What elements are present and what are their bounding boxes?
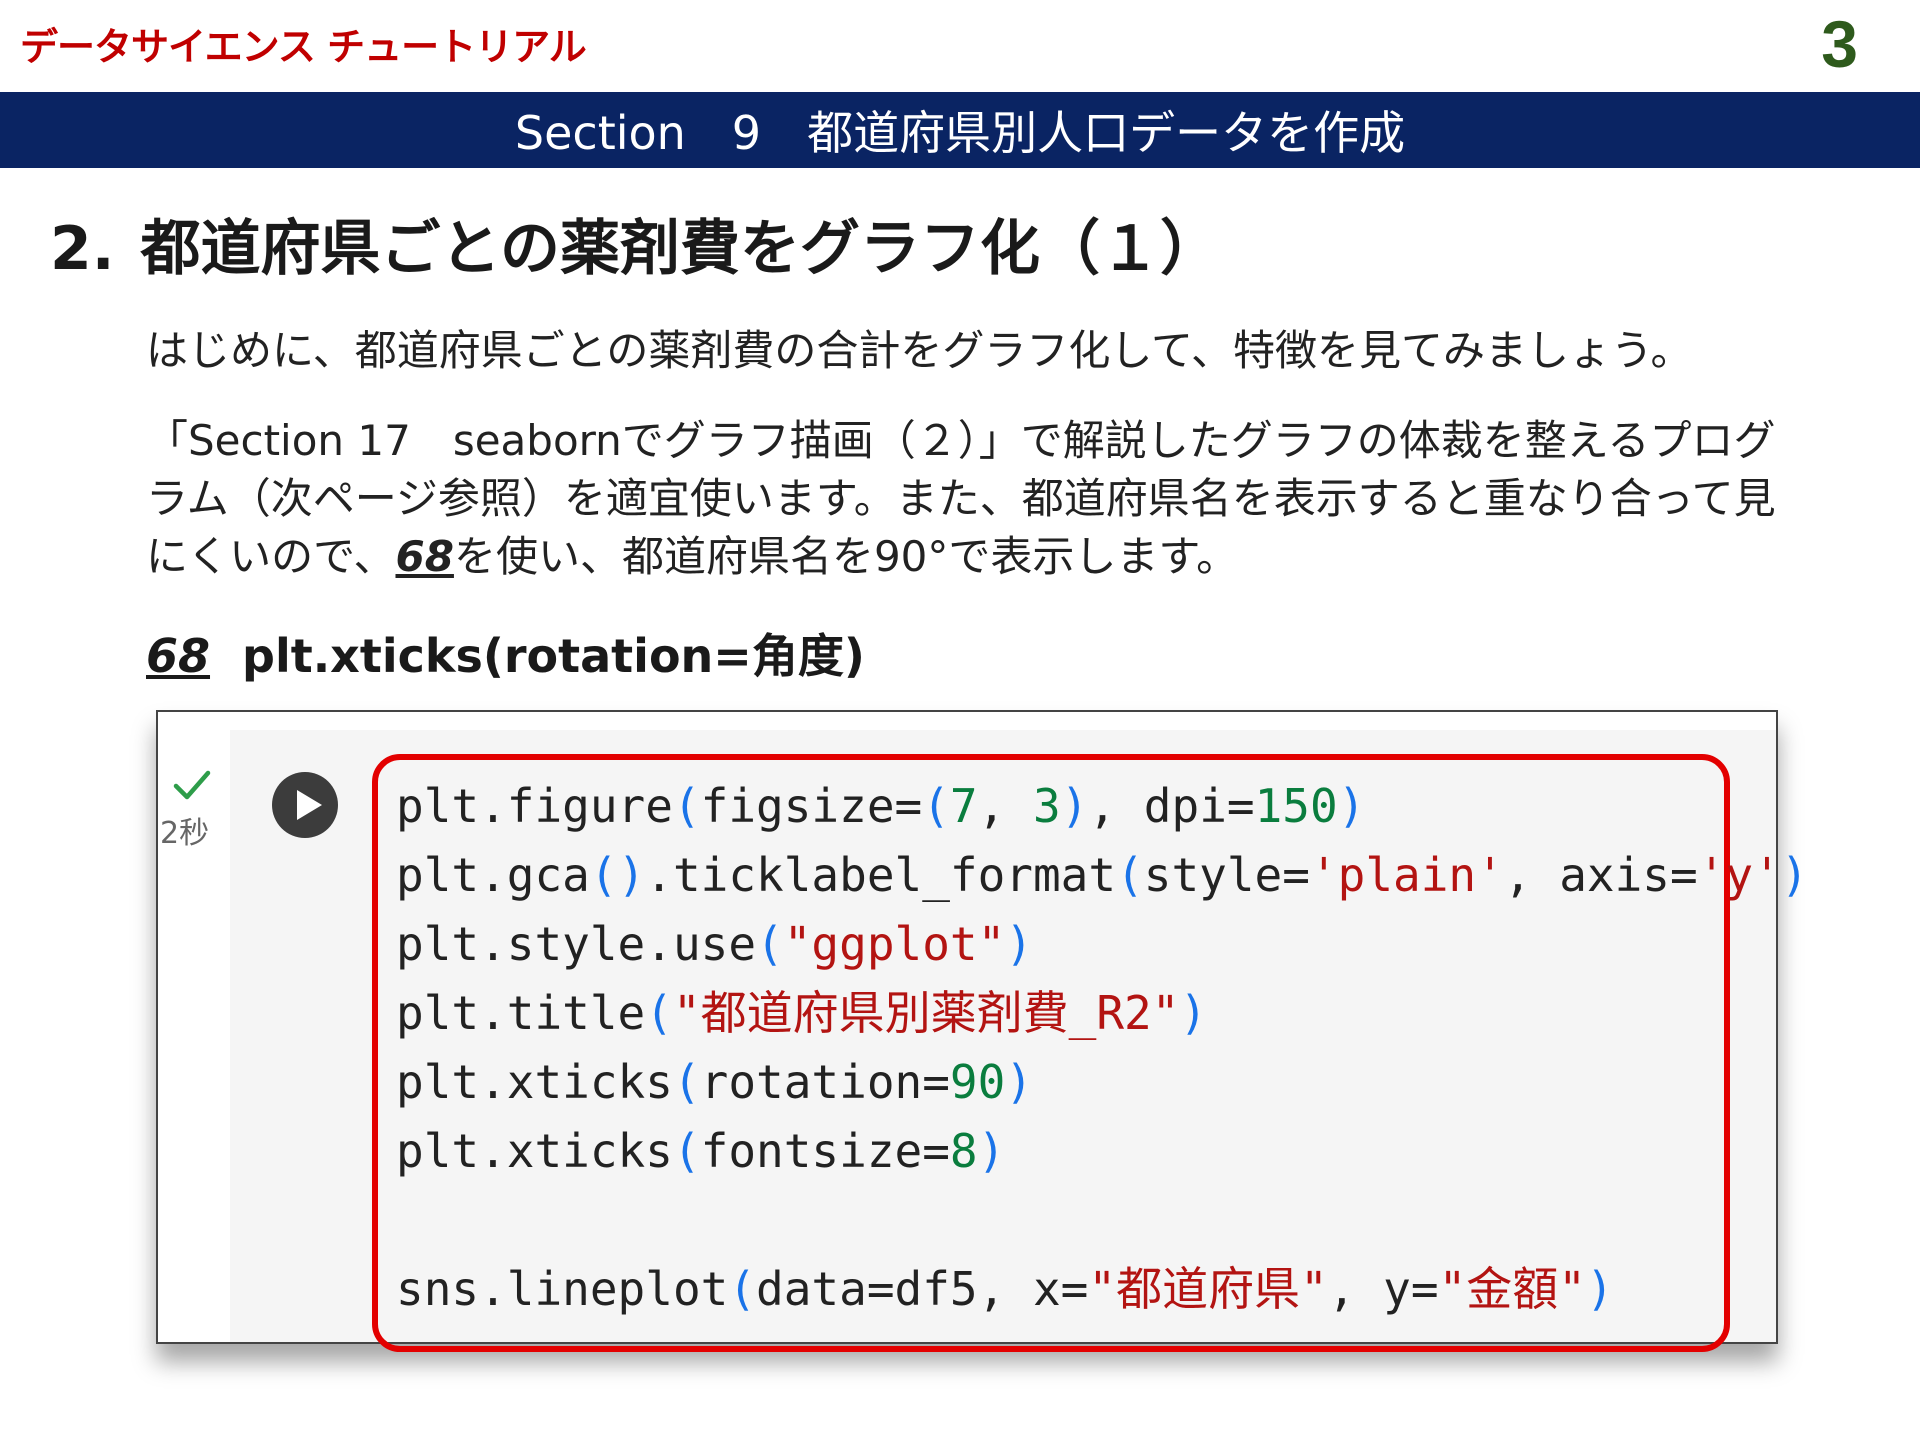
code-token: plt.style.use [396, 917, 757, 971]
explanation-paragraph: 「Section 17 seabornでグラフ描画（２）」で解説したグラフの体裁… [146, 412, 1786, 586]
code-token: 'plain' [1309, 848, 1504, 902]
code-token: ( [672, 1124, 701, 1178]
code-token: plt.figure [396, 779, 673, 833]
code-token: "都道府県別薬剤費_R2" [672, 986, 1180, 1040]
heading-number: 2. [50, 214, 115, 284]
check-icon [173, 770, 211, 800]
code-token: sns.lineplot [396, 1262, 729, 1316]
code-editor[interactable]: plt.figure(figsize=(7, 3), dpi=150) plt.g… [396, 772, 1809, 1324]
code-token: "金額" [1438, 1262, 1586, 1316]
code-token: ) [1337, 779, 1366, 833]
code-token: ( [756, 917, 784, 971]
code-token: ) [1060, 779, 1089, 833]
function-reference-link: 68 [395, 532, 454, 581]
code-token: plt.title [396, 986, 646, 1040]
code-token: ) [1780, 848, 1809, 902]
code-token: 3 [1033, 779, 1061, 833]
brand-title: データサイエンス チュートリアル [20, 25, 587, 69]
function-number: 68 [146, 629, 211, 683]
code-token: data=df5, x= [756, 1262, 1089, 1316]
code-token: ( [1116, 848, 1144, 902]
code-line: sns.lineplot(data=df5, x="都道府県", y="金額") [396, 1255, 1809, 1324]
code-token: ( [645, 986, 673, 1040]
heading-text: 都道府県ごとの薬剤費をグラフ化（１） [140, 214, 1220, 284]
code-token: 'y' [1697, 848, 1781, 902]
intro-paragraph: はじめに、都道府県ごとの薬剤費の合計をグラフ化して、特徴を見てみましょう。 [146, 326, 1693, 375]
code-token: "都道府県" [1088, 1262, 1328, 1316]
code-token: .ticklabel_format [645, 848, 1117, 902]
code-token: rotation= [700, 1055, 950, 1109]
code-token: , [977, 779, 1034, 833]
code-token: plt.xticks [396, 1055, 673, 1109]
code-token: plt.gca [396, 848, 590, 902]
code-token: () [589, 848, 646, 902]
play-icon[interactable] [270, 770, 340, 840]
code-token: ( [922, 779, 950, 833]
code-token: ) [1005, 1055, 1033, 1109]
code-token: 7 [949, 779, 978, 833]
code-line: plt.xticks(fontsize=8) [396, 1117, 1809, 1186]
code-token: fontsize= [700, 1124, 950, 1178]
code-token: plt.xticks [396, 1124, 673, 1178]
code-token: 150 [1254, 779, 1338, 833]
page-number: 3 [1821, 7, 1858, 81]
cell-gutter: 2秒 [158, 712, 230, 1342]
code-line: plt.title("都道府県別薬剤費_R2") [396, 979, 1809, 1048]
code-token: ) [1585, 1262, 1614, 1316]
code-token: , axis= [1503, 848, 1698, 902]
code-token: , y= [1327, 1262, 1439, 1316]
code-token: ( [728, 1262, 757, 1316]
code-token: ( [672, 779, 701, 833]
page-heading: 2. 都道府県ごとの薬剤費をグラフ化（１） [50, 200, 1220, 287]
code-token: ) [1179, 986, 1208, 1040]
code-line: plt.style.use("ggplot") [396, 910, 1809, 979]
code-token: 90 [949, 1055, 1006, 1109]
function-signature: plt.xticks(rotation=角度) [242, 629, 865, 683]
function-reference: 68 plt.xticks(rotation=角度) [146, 620, 865, 686]
section-bar: Section 9 都道府県別人口データを作成 [0, 92, 1920, 168]
code-line: plt.figure(figsize=(7, 3), dpi=150) [396, 772, 1809, 841]
code-token: style= [1143, 848, 1310, 902]
code-token: ) [1005, 917, 1033, 971]
code-token: "ggplot" [783, 917, 1006, 971]
code-token: ( [672, 1055, 701, 1109]
explanation-text-after: を使い、都道府県名を90°で表示します。 [453, 532, 1239, 581]
execution-time: 2秒 [160, 816, 210, 851]
code-token: , dpi= [1088, 779, 1255, 833]
code-token: figsize= [700, 779, 923, 833]
code-line: plt.xticks(rotation=90) [396, 1048, 1809, 1117]
code-line: plt.gca().ticklabel_format(style='plain'… [396, 841, 1809, 910]
code-token: ) [977, 1124, 1006, 1178]
notebook-code-cell[interactable]: 2秒 plt.figure(figsize=(7, 3), dpi=150) pl… [156, 710, 1809, 1352]
section-title: Section 9 都道府県別人口データを作成 [514, 106, 1406, 160]
code-token: 8 [949, 1124, 978, 1178]
